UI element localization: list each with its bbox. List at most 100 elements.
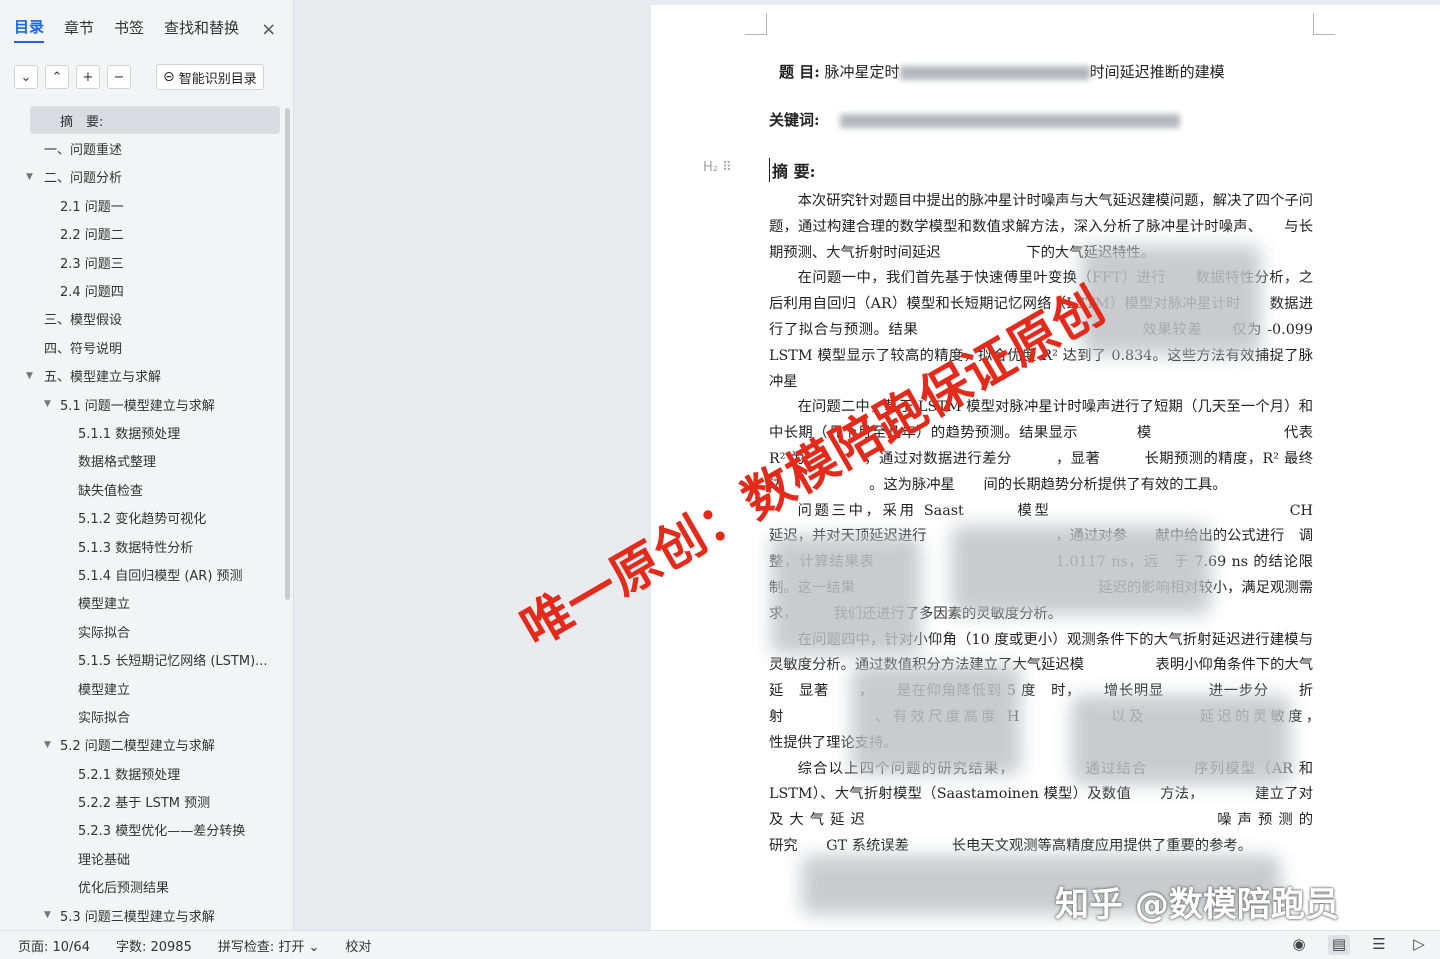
navigation-pane: 目录 章节 书签 查找和替换 × ⌄ ⌃ + − ⊝ 智能识别目录 摘 要: 一、…: [0, 0, 294, 930]
tab-sections[interactable]: 章节: [64, 17, 94, 42]
toc-item[interactable]: 三、模型假设: [0, 305, 284, 333]
toc-item[interactable]: 5.1.3 数据特性分析: [0, 532, 284, 560]
toc-item-label: 5.3 问题三模型建立与求解: [60, 909, 215, 925]
toc-item[interactable]: 模型建立: [0, 589, 284, 617]
toc-item-label: 模型建立: [78, 597, 131, 613]
smart-toc-icon: ⊝: [163, 69, 175, 85]
add-heading-button[interactable]: +: [76, 65, 100, 89]
toc-item-label: 2.3 问题三: [60, 256, 124, 272]
minus-icon: −: [113, 69, 125, 85]
close-icon[interactable]: ×: [261, 19, 276, 40]
page-indicator[interactable]: 页面: 10/64: [18, 936, 90, 955]
toc-item-label: 5.1.5 长短期记忆网络 (LSTM)...: [78, 654, 268, 670]
toc-item[interactable]: 实际拟合: [0, 702, 284, 730]
toc-item-label: 5.1.1 数据预处理: [78, 426, 181, 442]
toc-item-label: 理论基础: [78, 852, 131, 868]
toc-item-label: 5.2.3 模型优化——差分转换: [78, 824, 246, 840]
toc-item[interactable]: 理论基础: [0, 844, 284, 872]
chevron-down-icon: ⌄: [20, 69, 32, 85]
toc-item[interactable]: 数据格式整理: [0, 447, 284, 475]
heading-level-icon[interactable]: H₂ ⠿: [703, 160, 732, 175]
caret-down-icon[interactable]: ▼: [44, 740, 58, 750]
caret-down-icon[interactable]: ▼: [44, 399, 58, 409]
toc-item-label: 2.2 问题二: [60, 228, 124, 244]
toc-item[interactable]: 2.3 问题三: [0, 248, 284, 276]
toc-item[interactable]: 5.2.3 模型优化——差分转换: [0, 816, 284, 844]
toc-item-label: 实际拟合: [78, 710, 131, 726]
toc-item[interactable]: 5.2.1 数据预处理: [0, 759, 284, 787]
toc-item-label: 5.2.2 基于 LSTM 预测: [78, 796, 211, 812]
toc-item-label: 5.2.1 数据预处理: [78, 767, 181, 783]
play-icon[interactable]: ▷: [1408, 935, 1430, 955]
word-count[interactable]: 字数: 20985: [116, 936, 192, 955]
smart-toc-label: 智能识别目录: [178, 71, 257, 87]
plus-icon: +: [82, 69, 94, 85]
toc-item-label: 2.1 问题一: [60, 199, 124, 215]
toc-item-label: 摘 要:: [60, 114, 104, 130]
toc-item[interactable]: 缺失值检查: [0, 475, 284, 503]
toc-item[interactable]: 2.1 问题一: [0, 191, 284, 219]
redaction-blur: [951, 525, 1211, 615]
toc-item[interactable]: ▼ 5.1 问题一模型建立与求解: [0, 390, 284, 418]
toc-item-label: 二、问题分析: [44, 171, 123, 187]
tab-toc[interactable]: 目录: [14, 16, 45, 43]
toc-scrollbar[interactable]: [285, 108, 290, 600]
abstract-heading: 摘 要:: [769, 158, 1313, 182]
tab-find-replace[interactable]: 查找和替换: [164, 17, 239, 42]
toc-item[interactable]: 优化后预测结果: [0, 873, 284, 901]
spell-check-toggle[interactable]: 拼写检查: 打开 ⌄: [218, 936, 320, 955]
corner-watermark: 知乎 @数模陪跑员: [1055, 885, 1339, 925]
toc-item[interactable]: 摘 要:: [30, 106, 280, 135]
toc-item-label: 5.1.2 变化趋势可视化: [78, 512, 207, 528]
toc-item[interactable]: 模型建立: [0, 674, 284, 702]
redaction-blur: [851, 665, 1021, 775]
status-bar: 页面: 10/64 字数: 20985 拼写检查: 打开 ⌄ 校对 ◉ ▤ ☰ …: [0, 930, 1440, 959]
view-controls: ◉ ▤ ☰ ▷: [1270, 935, 1430, 955]
toc-item-label: 五、模型建立与求解: [44, 370, 162, 386]
redaction-blur: [1081, 245, 1261, 355]
caret-down-icon[interactable]: ▼: [26, 371, 40, 381]
toc-item-label: 优化后预测结果: [78, 881, 170, 897]
proofread-button[interactable]: 校对: [345, 936, 371, 955]
toc-item[interactable]: 5.1.5 长短期记忆网络 (LSTM)...: [0, 645, 284, 673]
page-corner-mark: [745, 13, 767, 35]
toc-item[interactable]: 5.1.4 自回归模型 (AR) 预测: [0, 560, 284, 588]
eye-icon[interactable]: ◉: [1288, 935, 1310, 955]
toc-item[interactable]: 5.1.2 变化趋势可视化: [0, 503, 284, 531]
toc-toolbar: ⌄ ⌃ + − ⊝ 智能识别目录: [0, 58, 293, 96]
toc-item[interactable]: 实际拟合: [0, 617, 284, 645]
toc-item-label: 缺失值检查: [78, 483, 144, 499]
toc-item-label: 2.4 问题四: [60, 285, 124, 301]
toc-item[interactable]: 2.2 问题二: [0, 220, 284, 248]
chevron-up-icon: ⌃: [51, 69, 63, 85]
toc-item[interactable]: ▼ 5.3 问题三模型建立与求解: [0, 901, 284, 929]
collapse-up-button[interactable]: ⌃: [45, 65, 69, 89]
smart-toc-button[interactable]: ⊝ 智能识别目录: [156, 64, 264, 90]
toc-list: 摘 要: 一、问题重述 ▼ 二、问题分析 2.1 问题一 2.2 问题二 2.3 问题三 2.…: [0, 106, 284, 929]
page-view-icon[interactable]: ▤: [1328, 935, 1350, 955]
keywords-label: 关键词:: [769, 111, 820, 129]
toc-item[interactable]: 一、问题重述: [0, 134, 284, 162]
tab-bookmarks[interactable]: 书签: [114, 17, 144, 42]
caret-down-icon[interactable]: ▼: [44, 910, 58, 920]
redaction-blur: [771, 535, 921, 655]
nav-tabs: 目录 章节 书签 查找和替换 ×: [0, 0, 293, 58]
toc-item-label: 三、模型假设: [44, 313, 123, 329]
toc-item[interactable]: ▼ 五、模型建立与求解: [0, 362, 284, 390]
toc-item[interactable]: 2.4 问题四: [0, 276, 284, 304]
toc-item[interactable]: 5.1.1 数据预处理: [0, 418, 284, 446]
outline-view-icon[interactable]: ☰: [1368, 935, 1390, 955]
redaction-blur: [1071, 695, 1291, 785]
caret-down-icon[interactable]: ▼: [26, 172, 40, 182]
title-label: 题 目:: [779, 63, 820, 81]
expand-down-button[interactable]: ⌄: [14, 65, 38, 89]
toc-item[interactable]: ▼ 二、问题分析: [0, 163, 284, 191]
keywords-line: 关键词:: [769, 109, 1313, 130]
toc-item-label: 5.1.4 自回归模型 (AR) 预测: [78, 568, 243, 584]
redacted-text: [899, 66, 1090, 80]
toc-item-label: 一、问题重述: [44, 143, 123, 159]
toc-item[interactable]: 四、符号说明: [0, 333, 284, 361]
toc-item[interactable]: ▼ 5.2 问题二模型建立与求解: [0, 731, 284, 759]
toc-item[interactable]: 5.2.2 基于 LSTM 预测: [0, 787, 284, 815]
remove-heading-button[interactable]: −: [107, 65, 131, 89]
